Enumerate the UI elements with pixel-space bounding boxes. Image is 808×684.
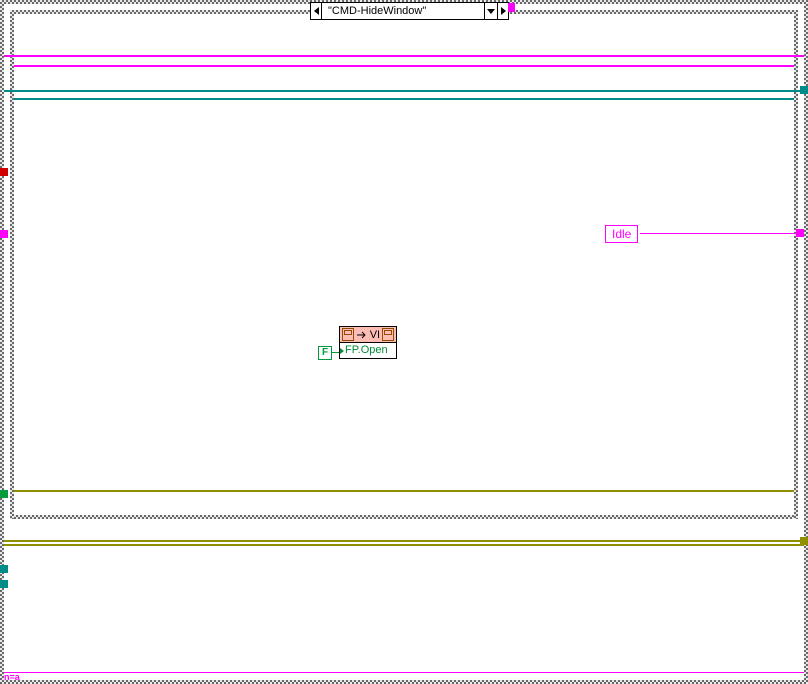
wire-magenta-bottom [4, 672, 804, 673]
invoke-arrow-icon [356, 330, 368, 340]
wire-idle-to-tunnel [640, 233, 800, 234]
outer-loop-border-bottom [0, 680, 808, 684]
invoke-node-fp-open[interactable]: VI FP.Open [339, 326, 397, 359]
invoke-node-method[interactable]: FP.Open [340, 343, 396, 358]
bool-constant-false[interactable]: F [318, 346, 332, 360]
outer-loop-border-right [804, 0, 808, 684]
tunnel-left-teal-2 [0, 580, 8, 588]
vi-ref-icon-out [382, 328, 394, 341]
wire-olive-outer-2 [4, 544, 804, 546]
wire-olive-outer-1 [4, 540, 804, 542]
case-selector[interactable]: "CMD-HideWindow" [310, 2, 509, 20]
bottom-left-label: n=a [4, 672, 20, 682]
tunnel-right-olive [800, 537, 808, 545]
wire-teal-1 [4, 90, 804, 92]
arrow-right-icon [501, 7, 506, 15]
tunnel-right-teal [800, 86, 808, 94]
case-selector-value[interactable]: "CMD-HideWindow" [322, 3, 484, 19]
case-next-arrow[interactable] [497, 3, 508, 19]
wire-magenta-top-2 [14, 65, 794, 67]
invoke-node-class: VI [370, 329, 380, 341]
case-dropdown-button[interactable] [484, 3, 497, 19]
tunnel-left-green [0, 490, 8, 498]
tunnel-left-teal-1 [0, 565, 8, 573]
wire-magenta-top-1 [4, 55, 804, 57]
selector-type-indicator [508, 3, 515, 12]
wire-bool-to-invoke [331, 352, 339, 353]
inner-case-border-left [10, 10, 14, 519]
tunnel-right-magenta-idle [796, 229, 804, 237]
tunnel-left-red [0, 168, 8, 176]
case-prev-arrow[interactable] [311, 3, 322, 19]
invoke-node-header: VI [340, 327, 396, 343]
inner-case-border-bottom [10, 515, 798, 519]
enum-constant-idle[interactable]: Idle [605, 225, 638, 243]
vi-ref-icon [342, 328, 354, 341]
wire-olive-inner [14, 490, 794, 492]
chevron-down-icon [487, 9, 495, 14]
inner-case-border-right [794, 10, 798, 519]
arrow-left-icon [314, 7, 319, 15]
tunnel-left-magenta [0, 230, 8, 238]
wire-teal-2 [14, 98, 794, 100]
